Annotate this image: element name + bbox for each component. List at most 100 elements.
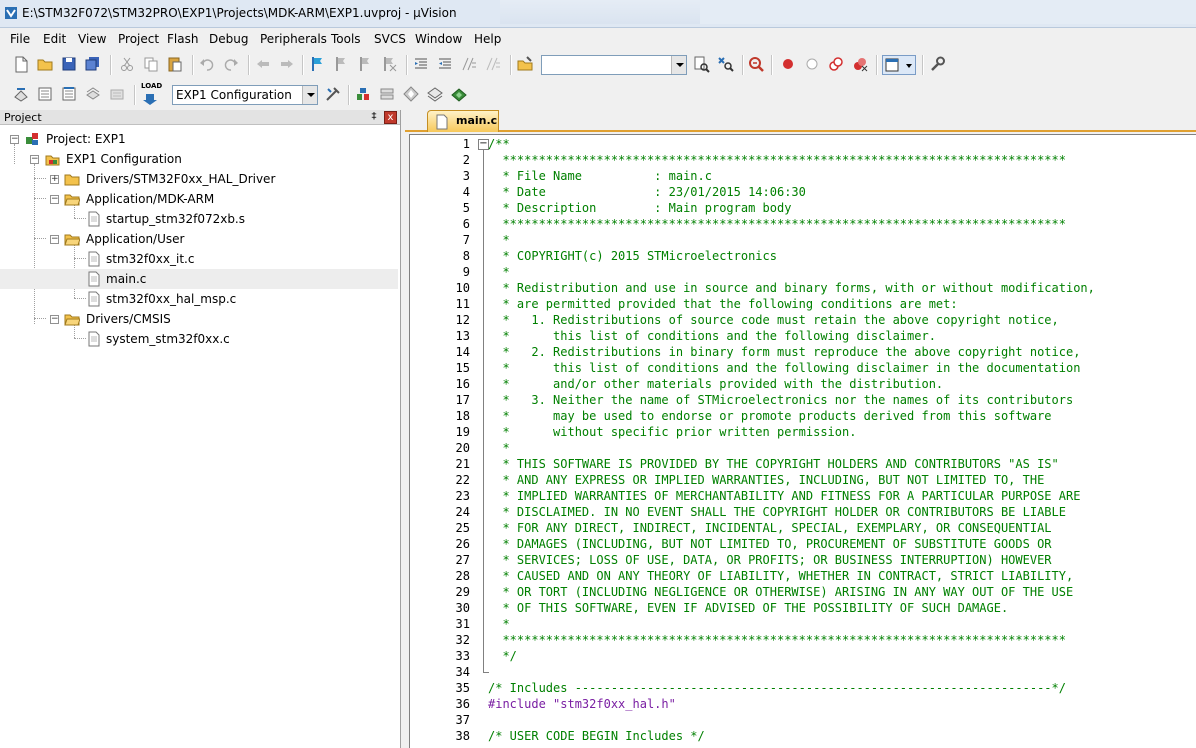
code-line[interactable]: * 1. Redistributions of source code must…	[488, 313, 1058, 327]
pin-icon[interactable]: ‡	[368, 111, 380, 123]
build-icon[interactable]	[36, 85, 56, 105]
menu-window[interactable]: Window	[415, 32, 462, 46]
find-combo[interactable]	[541, 55, 687, 75]
code-line[interactable]: ****************************************…	[488, 217, 1066, 231]
code-line[interactable]: * Description : Main program body	[488, 201, 791, 215]
tree-item-file[interactable]: stm32f0xx_it.c	[0, 249, 398, 269]
menu-view[interactable]: View	[78, 32, 106, 46]
select-packs-icon[interactable]	[378, 85, 398, 105]
code-line[interactable]: * AND ANY EXPRESS OR IMPLIED WARRANTIES,…	[488, 473, 1044, 487]
tree-item-group[interactable]: − Drivers/CMSIS	[0, 309, 398, 329]
tree-item-file[interactable]: system_stm32f0xx.c	[0, 329, 398, 349]
code-line[interactable]: *	[488, 441, 509, 455]
stop-build-icon[interactable]	[108, 85, 128, 105]
menu-debug[interactable]: Debug	[209, 32, 248, 46]
code-line[interactable]: * OF THIS SOFTWARE, EVEN IF ADVISED OF T…	[488, 601, 1008, 615]
new-file-icon[interactable]	[12, 55, 32, 75]
manage-project-items-icon[interactable]	[354, 85, 374, 105]
code-line[interactable]: *	[488, 617, 509, 631]
comment-selection-icon[interactable]	[460, 55, 480, 75]
insert-bookmark-icon[interactable]	[308, 55, 328, 75]
options-for-target-icon[interactable]	[324, 85, 344, 105]
download-load-button[interactable]: LOAD	[140, 82, 162, 105]
incremental-find-icon[interactable]	[716, 55, 736, 75]
code-line[interactable]: * CAUSED AND ON ANY THEORY OF LIABILITY,…	[488, 569, 1073, 583]
batch-build-icon[interactable]	[84, 85, 104, 105]
undo-icon[interactable]	[198, 55, 218, 75]
insert-breakpoint-icon[interactable]	[779, 55, 799, 75]
code-line[interactable]: * File Name : main.c	[488, 169, 712, 183]
manage-run-time-environment-icon[interactable]	[450, 85, 470, 105]
chevron-down-icon[interactable]	[302, 86, 317, 104]
code-line[interactable]: #include "stm32f0xx_hal.h"	[488, 697, 676, 711]
tree-item-group[interactable]: − Application/User	[0, 229, 398, 249]
copy-icon[interactable]	[142, 55, 162, 75]
tree-item-file[interactable]: stm32f0xx_hal_msp.c	[0, 289, 398, 309]
disable-all-breakpoints-icon[interactable]	[827, 55, 847, 75]
navigate-forward-icon[interactable]	[278, 55, 298, 75]
code-line[interactable]: * Date : 23/01/2015 14:06:30	[488, 185, 805, 199]
menu-project[interactable]: Project	[118, 32, 159, 46]
code-line[interactable]: * and/or other materials provided with t…	[488, 377, 943, 391]
code-line[interactable]: * DAMAGES (INCLUDING, BUT NOT LIMITED TO…	[488, 537, 1051, 551]
find-icon[interactable]	[692, 55, 712, 75]
expand-toggle-icon[interactable]: +	[50, 175, 59, 184]
menu-help[interactable]: Help	[474, 32, 501, 46]
tree-item-group[interactable]: + Drivers/STM32F0xx_HAL_Driver	[0, 169, 398, 189]
cut-icon[interactable]	[118, 55, 138, 75]
code-line[interactable]: * 3. Neither the name of STMicroelectron…	[488, 393, 1073, 407]
code-line[interactable]: * DISCLAIMED. IN NO EVENT SHALL THE COPY…	[488, 505, 1066, 519]
next-bookmark-icon[interactable]	[356, 55, 376, 75]
code-line[interactable]: * THIS SOFTWARE IS PROVIDED BY THE COPYR…	[488, 457, 1058, 471]
code-line[interactable]: * this list of conditions and the follow…	[488, 361, 1080, 375]
code-line[interactable]: * are permitted provided that the follow…	[488, 297, 957, 311]
code-line[interactable]: /**	[488, 137, 510, 151]
unindent-icon[interactable]	[436, 55, 456, 75]
close-icon[interactable]: x	[384, 111, 397, 124]
code-line[interactable]: *	[488, 233, 509, 247]
code-line[interactable]: */	[488, 649, 516, 663]
save-icon[interactable]	[60, 55, 80, 75]
collapse-toggle-icon[interactable]: −	[50, 195, 59, 204]
code-line[interactable]: * OR TORT (INCLUDING NEGLIGENCE OR OTHER…	[488, 585, 1073, 599]
tab-main-c[interactable]: main.c	[427, 110, 499, 132]
menu-peripherals[interactable]: Peripherals	[260, 32, 327, 46]
find-in-files-icon[interactable]	[516, 55, 536, 75]
code-line[interactable]: * may be used to endorse or promote prod…	[488, 409, 1051, 423]
tree-item-project[interactable]: − Project: EXP1	[0, 129, 398, 149]
start-debug-session-icon[interactable]	[747, 55, 767, 75]
code-line[interactable]: /* USER CODE BEGIN Includes */	[488, 729, 705, 743]
save-all-icon[interactable]	[84, 55, 104, 75]
tree-item-file-selected[interactable]: main.c	[0, 269, 398, 289]
select-software-packs-icon[interactable]	[426, 85, 446, 105]
translate-icon[interactable]	[12, 85, 32, 105]
paste-icon[interactable]	[166, 55, 186, 75]
code-line[interactable]: ****************************************…	[488, 633, 1066, 647]
tree-item-file[interactable]: startup_stm32f072xb.s	[0, 209, 398, 229]
collapse-toggle-icon[interactable]: −	[30, 155, 39, 164]
code-line[interactable]: /* Includes ----------------------------…	[488, 681, 1066, 695]
kill-all-breakpoints-icon[interactable]	[851, 55, 871, 75]
configure-tools-icon[interactable]	[928, 55, 948, 75]
code-editor[interactable]: 1 2 3 4 5 6 7 8 9 10 11 12 13 14 15 16 17 18 19 20 21 22 23 24 2…	[409, 134, 1196, 748]
clear-bookmarks-icon[interactable]	[380, 55, 400, 75]
collapse-toggle-icon[interactable]: −	[50, 235, 59, 244]
navigate-back-icon[interactable]	[254, 55, 274, 75]
code-line[interactable]: * 2. Redistributions in binary form must…	[488, 345, 1080, 359]
tree-item-group[interactable]: − Application/MDK-ARM	[0, 189, 398, 209]
redo-icon[interactable]	[222, 55, 242, 75]
menu-svcs[interactable]: SVCS	[374, 32, 406, 46]
code-line[interactable]: * COPYRIGHT(c) 2015 STMicroelectronics	[488, 249, 777, 263]
code-line[interactable]: *	[488, 265, 509, 279]
target-select[interactable]: EXP1 Configuration	[172, 85, 318, 105]
menu-flash[interactable]: Flash	[167, 32, 198, 46]
collapse-toggle-icon[interactable]: −	[10, 135, 19, 144]
pack-installer-icon[interactable]	[402, 85, 422, 105]
code-line[interactable]: * IMPLIED WARRANTIES OF MERCHANTABILITY …	[488, 489, 1080, 503]
menu-edit[interactable]: Edit	[43, 32, 66, 46]
code-line[interactable]: ****************************************…	[488, 153, 1066, 167]
window-layout-button[interactable]	[882, 55, 916, 75]
previous-bookmark-icon[interactable]	[332, 55, 352, 75]
code-line[interactable]: * FOR ANY DIRECT, INDIRECT, INCIDENTAL, …	[488, 521, 1051, 535]
collapse-toggle-icon[interactable]: −	[50, 315, 59, 324]
